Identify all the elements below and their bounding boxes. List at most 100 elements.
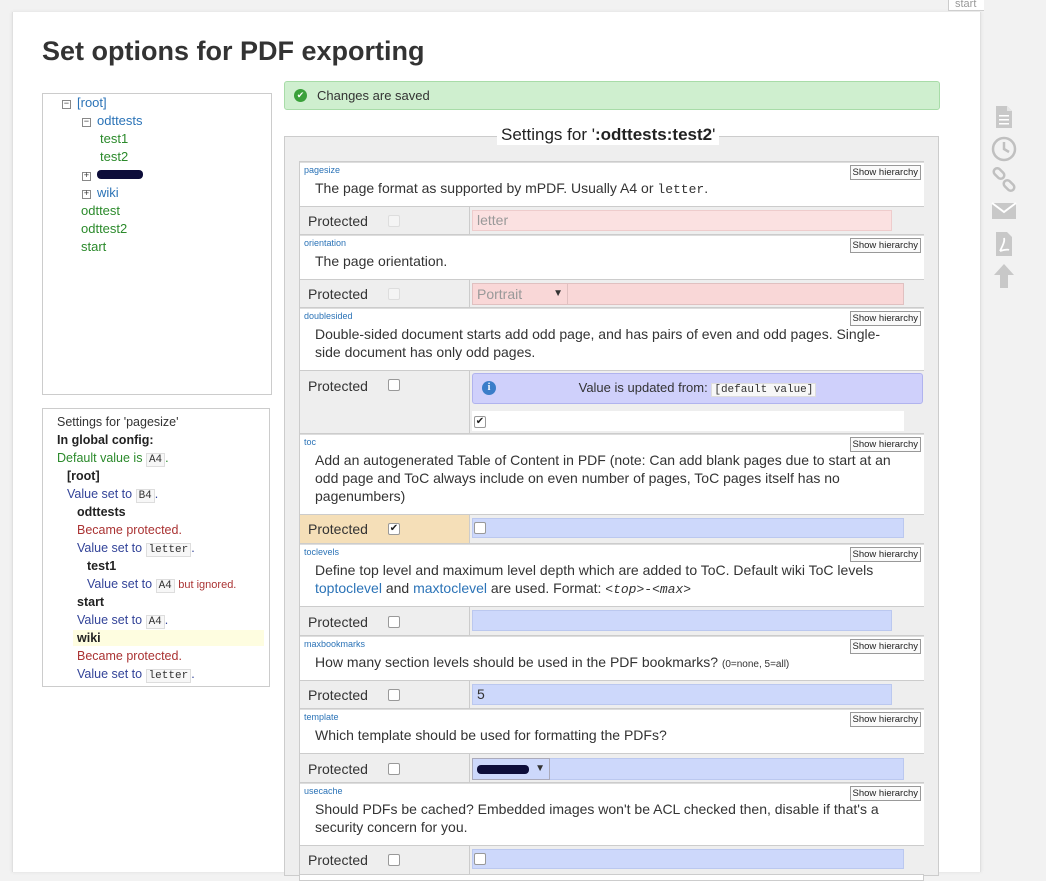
top-icon[interactable] bbox=[990, 263, 1018, 291]
tree-item-test2[interactable]: test2 bbox=[100, 149, 128, 165]
info-wiki: wiki bbox=[73, 630, 264, 646]
setting-orientation: orientation Show hierarchy The page orie… bbox=[300, 235, 924, 279]
info-odttests: odttests bbox=[77, 505, 126, 519]
setting-key: usecache bbox=[304, 786, 343, 796]
setting-key: doublesided bbox=[304, 311, 353, 321]
settings-fieldset: Settings for ':odttests:test2' pagesize … bbox=[284, 125, 939, 881]
maxbookmarks-input[interactable]: 5 bbox=[472, 684, 892, 705]
value-row-usecache: Protected bbox=[300, 845, 924, 875]
tree-item-wiki[interactable]: + wiki bbox=[82, 185, 119, 201]
page: Set options for PDF exporting − [root] − o… bbox=[12, 12, 981, 881]
info-start: start bbox=[77, 595, 105, 609]
page-title: Set options for PDF exporting bbox=[42, 36, 425, 66]
expand-icon[interactable]: + bbox=[82, 190, 91, 199]
tree-item-odttest2[interactable]: odttest2 bbox=[81, 221, 127, 237]
info-root: [root] bbox=[67, 469, 100, 483]
tree-item-test1[interactable]: test1 bbox=[100, 131, 128, 147]
setting-pagesize: pagesize Show hierarchy The page format … bbox=[300, 162, 924, 206]
info-start-set: Value set to A4. bbox=[77, 613, 169, 629]
maxtoclevel-link[interactable]: maxtoclevel bbox=[413, 580, 487, 596]
expand-icon[interactable]: + bbox=[82, 172, 91, 181]
setting-key: pagesize bbox=[304, 165, 341, 175]
tree-item-odttest[interactable]: odttest bbox=[81, 203, 120, 219]
page-icon[interactable] bbox=[990, 105, 1018, 133]
show-hierarchy-button[interactable]: Show hierarchy bbox=[849, 311, 921, 326]
protected-checkbox[interactable] bbox=[388, 763, 400, 775]
tree-item-root[interactable]: − [root] bbox=[62, 95, 107, 111]
info-default: Default value is A4. bbox=[57, 451, 169, 467]
setting-key: toc bbox=[304, 437, 317, 447]
pagesize-input[interactable]: letter bbox=[472, 210, 892, 231]
setting-key: maxbookmarks bbox=[304, 639, 366, 649]
info-global: In global config: bbox=[57, 433, 154, 447]
show-hierarchy-button[interactable]: Show hierarchy bbox=[849, 786, 921, 801]
protected-checkbox[interactable] bbox=[388, 854, 400, 866]
info-odttests-protected: Became protected. bbox=[77, 523, 182, 537]
value-row-toc: Protected ✔ bbox=[300, 514, 924, 544]
tree-item-odttests[interactable]: − odttests bbox=[82, 113, 143, 129]
history-icon[interactable] bbox=[990, 136, 1018, 164]
backlink-icon[interactable] bbox=[990, 166, 1018, 195]
collapse-icon[interactable]: − bbox=[82, 118, 91, 127]
protected-checkbox[interactable] bbox=[388, 616, 400, 628]
toc-checkbox[interactable] bbox=[474, 522, 486, 534]
show-hierarchy-button[interactable]: Show hierarchy bbox=[849, 547, 921, 562]
value-row-maxbookmarks: Protected 5 bbox=[300, 680, 924, 709]
setting-toclevels: toclevels Show hierarchy Define top leve… bbox=[300, 544, 924, 606]
doublesided-field: ✔ bbox=[472, 411, 904, 431]
info-wiki-set: Value set to letter. bbox=[77, 667, 195, 683]
tree-item-redacted[interactable]: + bbox=[82, 167, 143, 183]
success-message: ✔ Changes are saved bbox=[284, 81, 940, 110]
setting-description: Define top level and maximum level depth… bbox=[315, 562, 874, 597]
redacted-label bbox=[477, 765, 529, 774]
setting-template: template Show hierarchy Which template s… bbox=[300, 709, 924, 753]
setting-toc: toc Show hierarchy Add an autogenerated … bbox=[300, 434, 924, 514]
setting-description: Double-sided document starts add odd pag… bbox=[315, 326, 881, 360]
setting-description: How many section levels should be used i… bbox=[315, 654, 790, 670]
show-hierarchy-button[interactable]: Show hierarchy bbox=[849, 639, 921, 654]
pdf-icon[interactable] bbox=[990, 231, 1018, 259]
protected-checkbox[interactable] bbox=[388, 288, 400, 300]
info-notice: i Value is updated from: [default value] bbox=[472, 373, 923, 404]
setting-doublesided: doublesided Show hierarchy Double-sided … bbox=[300, 308, 924, 370]
doublesided-checkbox[interactable]: ✔ bbox=[474, 416, 486, 428]
show-hierarchy-button[interactable]: Show hierarchy bbox=[849, 712, 921, 727]
collapse-icon[interactable]: − bbox=[62, 100, 71, 109]
protected-checkbox[interactable]: ✔ bbox=[388, 523, 400, 535]
value-row-template: Protected ▼ bbox=[300, 753, 924, 783]
setting-usecache: usecache Show hierarchy Should PDFs be c… bbox=[300, 783, 924, 845]
start-tab[interactable]: start bbox=[948, 0, 984, 11]
email-icon[interactable] bbox=[990, 200, 1018, 228]
protected-checkbox[interactable] bbox=[388, 215, 400, 227]
value-row-doublesided: Protected i Value is updated from: [defa… bbox=[300, 370, 924, 434]
value-row-toclevels: Protected bbox=[300, 606, 924, 636]
setting-maxbookmarks: maxbookmarks Show hierarchy How many sec… bbox=[300, 636, 924, 680]
template-select[interactable]: ▼ bbox=[472, 758, 550, 780]
value-row-pagesize: Protected letter bbox=[300, 206, 924, 235]
redacted-label bbox=[97, 170, 143, 179]
toclevels-input[interactable] bbox=[472, 610, 892, 631]
info-wiki-protected: Became protected. bbox=[77, 649, 182, 663]
tree-item-start[interactable]: start bbox=[81, 239, 106, 255]
toc-field bbox=[472, 518, 904, 538]
protected-checkbox[interactable] bbox=[388, 689, 400, 701]
setting-description: The page orientation. bbox=[315, 253, 448, 269]
show-hierarchy-button[interactable]: Show hierarchy bbox=[849, 238, 921, 253]
protected-checkbox[interactable] bbox=[388, 379, 400, 391]
toptoclevel-link[interactable]: toptoclevel bbox=[315, 580, 382, 596]
settings-table: pagesize Show hierarchy The page format … bbox=[299, 161, 924, 881]
info-odttests-set: Value set to letter. bbox=[77, 541, 195, 557]
usecache-checkbox[interactable] bbox=[474, 853, 486, 865]
info-root-set: Value set to B4. bbox=[67, 487, 159, 503]
check-circle-icon: ✔ bbox=[294, 89, 307, 102]
setting-description: The page format as supported by mPDF. Us… bbox=[315, 180, 709, 197]
info-test1-set: Value set to A4 but ignored. bbox=[87, 577, 237, 593]
setting-description: Add an autogenerated Table of Content in… bbox=[315, 452, 891, 504]
show-hierarchy-button[interactable]: Show hierarchy bbox=[849, 165, 921, 180]
setting-key: template bbox=[304, 712, 339, 722]
orientation-select[interactable]: Portrait ▼ bbox=[472, 283, 568, 305]
usecache-field bbox=[472, 849, 904, 869]
info-icon: i bbox=[482, 381, 496, 395]
show-hierarchy-button[interactable]: Show hierarchy bbox=[849, 437, 921, 452]
settings-legend: Settings for ':odttests:test2' bbox=[497, 125, 720, 145]
